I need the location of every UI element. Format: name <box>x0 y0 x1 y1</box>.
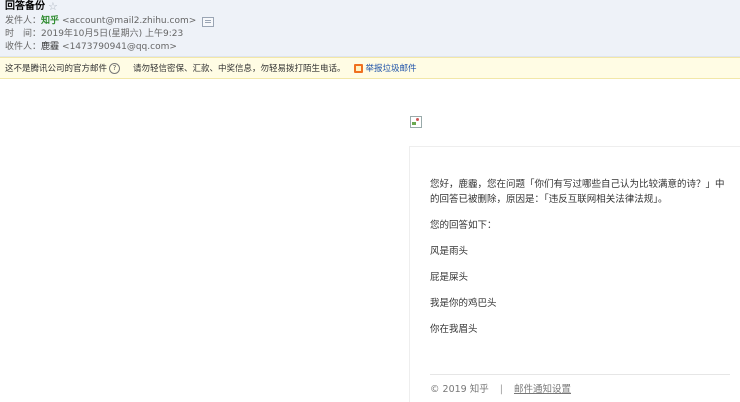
footer-divider <box>430 374 730 375</box>
warning-main-text: 这不是腾讯公司的官方邮件 <box>5 64 108 74</box>
time-label: 时 间： <box>5 29 42 39</box>
warning-tip-text: 请勿轻信密保、汇款、中奖信息，勿轻易拨打陌生电话。 <box>133 64 346 74</box>
help-icon[interactable]: ? <box>109 62 121 74</box>
copyright-text: © 2019 知乎 <box>430 384 489 395</box>
sender-address: <account@mail2.zhihu.com> <box>62 16 197 26</box>
notification-settings-link[interactable]: 邮件通知设置 <box>514 384 571 395</box>
from-row: 发件人： 知乎 <account@mail2.zhihu.com> <box>5 15 215 28</box>
mail-subject: 回答备份 <box>5 1 45 12</box>
notice-line-2: 的回答已被删除，原因是：「违反互联网相关法律法规」。 <box>430 194 668 205</box>
to-row: 收件人： 鹿霾 <1473790941@qq.com> <box>5 41 177 54</box>
answer-intro: 您的回答如下： <box>430 220 497 231</box>
mail-footer: © 2019 知乎 | 邮件通知设置 <box>430 381 571 395</box>
time-value: 2019年10月5日(星期六) 上午9:23 <box>41 29 184 39</box>
mail-header: 回答备份 ☆ 发件人： 知乎 <account@mail2.zhihu.com>… <box>0 0 740 57</box>
poem-line: 风是雨头 <box>430 246 469 257</box>
notice-line-1: 您好，鹿霾，您在问题「你们有写过哪些自己认为比较满意的诗？」中 <box>430 179 725 190</box>
poem-line: 屁是屎头 <box>430 272 469 283</box>
from-label: 发件人： <box>5 16 42 26</box>
report-spam-link[interactable]: 举报垃圾邮件 <box>366 62 417 74</box>
poem-line: 我是你的鸡巴头 <box>430 298 497 309</box>
footer-separator: | <box>499 384 503 395</box>
time-row: 时 间： 2019年10月5日(星期六) 上午9:23 <box>5 28 183 41</box>
star-icon[interactable]: ☆ <box>48 0 58 13</box>
contact-card-icon[interactable] <box>202 16 215 27</box>
security-warning-bar: 这不是腾讯公司的官方邮件 ? 请勿轻信密保、汇款、中奖信息，勿轻易拨打陌生电话。… <box>0 57 740 79</box>
to-label: 收件人： <box>5 42 42 52</box>
report-icon[interactable] <box>353 63 363 73</box>
poem-line: 你在我眉头 <box>430 324 478 335</box>
sender-name[interactable]: 知乎 <box>41 15 59 28</box>
mail-body: 您好，鹿霾，您在问题「你们有写过哪些自己认为比较满意的诗？」中 的回答已被删除，… <box>409 146 740 402</box>
recipient-name[interactable]: 鹿霾 <box>41 41 59 54</box>
recipient-address: <1473790941@qq.com> <box>62 42 177 52</box>
broken-image-icon <box>410 116 422 128</box>
subject-row: 回答备份 ☆ <box>5 0 58 13</box>
